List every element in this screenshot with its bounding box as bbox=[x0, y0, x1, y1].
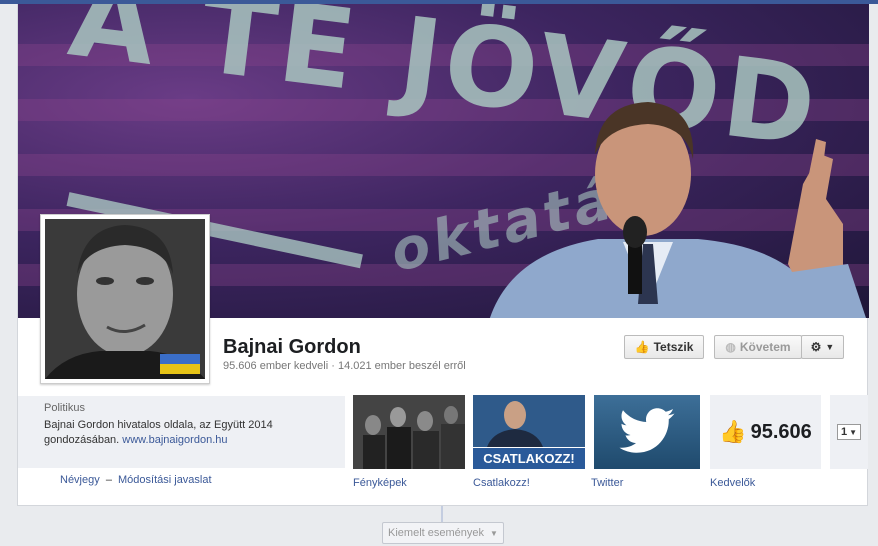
link-separator: – bbox=[105, 474, 112, 486]
photos-label[interactable]: Fényképek bbox=[353, 477, 407, 489]
likes-tile[interactable]: 👍 95.606 bbox=[710, 395, 821, 469]
more-apps-tile: 1 ▼ bbox=[830, 395, 868, 469]
chevron-down-icon: ▼ bbox=[825, 342, 835, 352]
profile-face-image bbox=[45, 219, 205, 379]
page-title[interactable]: Bajnai Gordon bbox=[223, 336, 361, 359]
about-links: Névjegy – Módosítási javaslat bbox=[60, 474, 212, 486]
more-apps-count: 1 bbox=[840, 426, 848, 438]
featured-events-button[interactable]: Kiemelt események ▼ bbox=[382, 522, 504, 544]
twitter-bird-icon bbox=[619, 408, 675, 453]
featured-events-label: Kiemelt események bbox=[388, 527, 485, 539]
join-label[interactable]: Csatlakozz! bbox=[473, 477, 530, 489]
page-stats: 95.606 ember kedveli · 14.021 ember besz… bbox=[223, 360, 466, 372]
follow-label: Követem bbox=[739, 340, 791, 354]
gear-icon: ⚙ bbox=[810, 340, 822, 354]
chevron-down-icon: ▼ bbox=[849, 427, 858, 437]
likes-count: 95.606 bbox=[750, 420, 812, 443]
page-header-card: A TE JÖVŐD oktatás Bajnai Gordon 95.606 … bbox=[17, 4, 869, 506]
photos-tile[interactable] bbox=[353, 395, 465, 469]
join-tile[interactable]: CSATLAKOZZ! bbox=[473, 395, 585, 469]
website-link[interactable]: www.bajnaigordon.hu bbox=[122, 434, 227, 446]
chevron-down-icon: ▼ bbox=[490, 528, 498, 538]
thumbs-up-icon: 👍 bbox=[719, 419, 747, 444]
like-button[interactable]: 👍 Tetszik bbox=[624, 335, 704, 359]
rss-icon: ◍ bbox=[725, 340, 736, 354]
twitter-label[interactable]: Twitter bbox=[591, 477, 623, 489]
about-link[interactable]: Névjegy bbox=[60, 474, 100, 486]
more-apps-button[interactable]: 1 ▼ bbox=[836, 424, 862, 440]
photos-thumbnail bbox=[353, 395, 465, 469]
page-description: Bajnai Gordon hivatalos oldala, az Együt… bbox=[44, 418, 319, 448]
settings-dropdown-button[interactable]: ⚙ ▼ bbox=[801, 335, 844, 359]
join-banner: CSATLAKOZZ! bbox=[473, 447, 585, 469]
page-category: Politikus bbox=[44, 402, 85, 414]
suggest-edit-link[interactable]: Módosítási javaslat bbox=[118, 474, 212, 486]
profile-picture[interactable] bbox=[40, 214, 210, 384]
twitter-tile[interactable] bbox=[594, 395, 700, 469]
thumbs-up-icon: 👍 bbox=[634, 340, 650, 354]
likes-label[interactable]: Kedvelők bbox=[710, 477, 755, 489]
about-box: Politikus Bajnai Gordon hivatalos oldala… bbox=[18, 396, 345, 468]
like-label: Tetszik bbox=[653, 340, 694, 354]
profile-photo bbox=[45, 219, 205, 379]
follow-button[interactable]: ◍ Követem bbox=[714, 335, 802, 359]
cover-person-image bbox=[490, 102, 866, 318]
